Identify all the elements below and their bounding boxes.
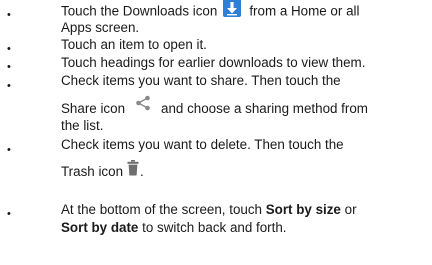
bullet: • bbox=[7, 144, 11, 156]
text: Trash icon bbox=[61, 164, 124, 179]
instruction-list: • Touch the Downloads icon from a Home o… bbox=[0, 0, 432, 265]
text: Touch the Downloads icon bbox=[61, 3, 218, 19]
bullet: • bbox=[7, 208, 11, 220]
trash-icon bbox=[127, 160, 139, 176]
bullet: • bbox=[7, 80, 11, 92]
text-line: Share icon and choose a sharing method f… bbox=[61, 96, 368, 117]
downloads-icon bbox=[223, 0, 242, 17]
text-line: Touch the Downloads icon from a Home or … bbox=[61, 0, 360, 21]
text-line: Touch an item to open it. bbox=[61, 37, 207, 53]
text: to switch back and forth. bbox=[142, 220, 287, 235]
share-icon bbox=[136, 96, 150, 111]
text-line: the list. bbox=[61, 118, 103, 134]
text: Touch headings for earlier downloads to … bbox=[61, 55, 366, 70]
text-line: At the bottom of the screen, touch Sort … bbox=[61, 202, 357, 218]
text-line: Sort by date to switch back and forth. bbox=[61, 220, 287, 236]
text: from a Home or all bbox=[249, 3, 360, 19]
text-line: Apps screen. bbox=[61, 20, 139, 36]
text: Check items you want to delete. Then tou… bbox=[61, 137, 344, 152]
text: At the bottom of the screen, touch bbox=[61, 202, 262, 217]
text: . bbox=[140, 164, 144, 179]
text: and choose a sharing method from bbox=[161, 101, 368, 116]
text-line: Check items you want to delete. Then tou… bbox=[61, 137, 344, 153]
text: or bbox=[344, 202, 357, 217]
sort-by-date-label: Sort by date bbox=[61, 220, 139, 235]
text-line: Touch headings for earlier downloads to … bbox=[61, 55, 365, 71]
text: the list. bbox=[61, 118, 104, 133]
text: Touch an item to open it. bbox=[61, 37, 207, 52]
bullet: • bbox=[7, 61, 11, 73]
text: Share icon bbox=[61, 101, 126, 116]
bullet: • bbox=[7, 43, 11, 55]
text: Check items you want to share. Then touc… bbox=[61, 73, 341, 88]
bullet: • bbox=[7, 9, 11, 21]
text-line: Trash icon . bbox=[61, 160, 144, 180]
sort-by-size-label: Sort by size bbox=[265, 202, 341, 217]
text-line: Check items you want to share. Then touc… bbox=[61, 73, 341, 89]
text: Apps screen. bbox=[61, 20, 140, 35]
